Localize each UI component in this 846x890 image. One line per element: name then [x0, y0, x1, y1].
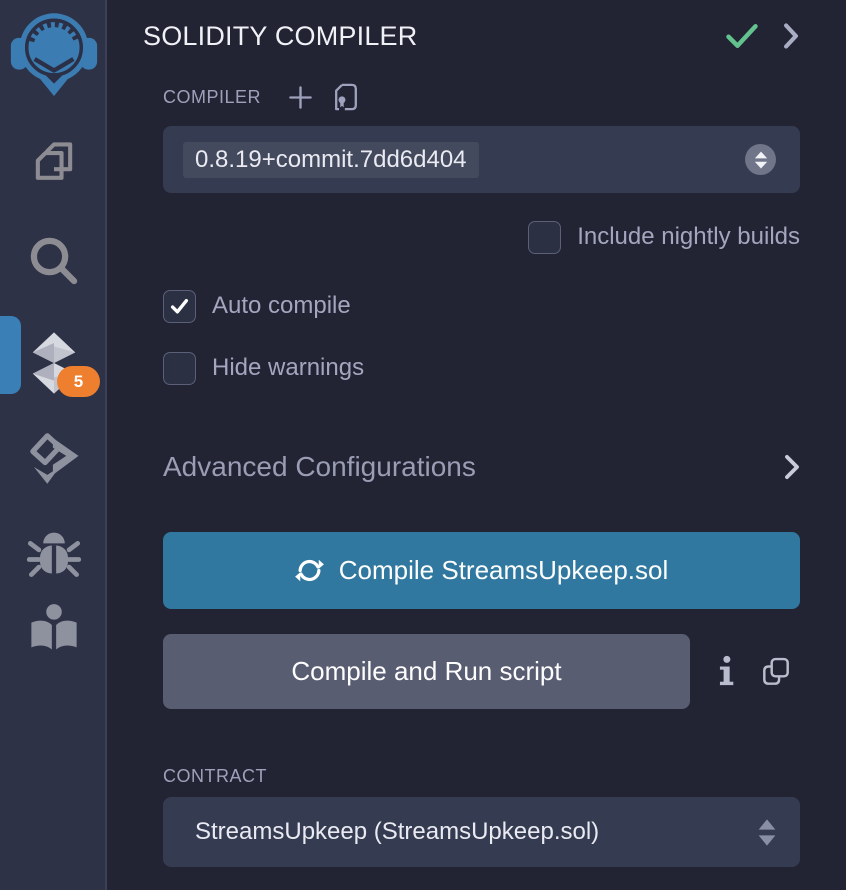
compiler-license-file-badge-icon[interactable]	[332, 82, 360, 112]
include-nightly-label[interactable]: Include nightly builds	[577, 223, 800, 251]
version-sort-toggle-icon[interactable]	[745, 144, 776, 175]
compiler-error-badge: 5	[57, 366, 100, 397]
info-icon[interactable]	[718, 655, 735, 689]
hide-warnings-label[interactable]: Hide warnings	[212, 354, 364, 382]
learn-book-icon[interactable]	[0, 600, 107, 656]
include-nightly-checkbox[interactable]	[528, 221, 561, 254]
advanced-configurations-toggle[interactable]: Advanced Configurations	[163, 451, 800, 483]
contract-selected-value: StreamsUpkeep (StreamsUpkeep.sol)	[183, 814, 611, 850]
refresh-icon	[295, 556, 324, 585]
hide-warnings-row: Hide warnings	[163, 351, 800, 385]
compiler-label-row: COMPILER	[163, 82, 800, 112]
panel-header: SOLIDITY COMPILER	[143, 14, 800, 58]
deploy-run-icon[interactable]	[0, 428, 107, 486]
auto-compile-checkbox[interactable]	[163, 290, 196, 323]
checkmark-icon	[170, 298, 189, 315]
auto-compile-label[interactable]: Auto compile	[212, 292, 351, 320]
compile-success-check-icon	[724, 21, 760, 51]
copy-icon[interactable]	[761, 656, 791, 688]
compile-button[interactable]: Compile StreamsUpkeep.sol	[163, 532, 800, 609]
compiler-section-label: COMPILER	[163, 87, 261, 108]
compile-and-run-button[interactable]: Compile and Run script	[163, 634, 690, 709]
search-icon[interactable]	[0, 232, 107, 290]
advanced-configurations-label: Advanced Configurations	[163, 451, 476, 483]
compile-run-row: Compile and Run script	[163, 634, 800, 709]
collapse-panel-chevron-icon[interactable]	[782, 22, 800, 50]
debugger-bug-icon[interactable]	[0, 524, 107, 580]
compile-button-label: Compile StreamsUpkeep.sol	[339, 555, 668, 586]
select-updown-arrows-icon	[758, 819, 776, 846]
contract-select[interactable]: StreamsUpkeep (StreamsUpkeep.sol)	[163, 797, 800, 867]
advanced-expand-chevron-icon	[784, 454, 800, 480]
compiler-version-select[interactable]: 0.8.19+commit.7dd6d404	[163, 126, 800, 193]
hide-warnings-checkbox[interactable]	[163, 352, 196, 385]
compiler-version-value: 0.8.19+commit.7dd6d404	[183, 142, 479, 178]
contract-section-label: CONTRACT	[163, 766, 267, 787]
contract-label-row: CONTRACT	[163, 766, 800, 787]
remix-logo[interactable]	[0, 6, 107, 98]
icon-sidebar: 5	[0, 0, 107, 890]
file-explorer-icon[interactable]	[0, 138, 107, 194]
solidity-compiler-panel: SOLIDITY COMPILER COMPILER	[107, 0, 846, 890]
auto-compile-row: Auto compile	[163, 289, 800, 323]
panel-title: SOLIDITY COMPILER	[143, 21, 724, 52]
add-custom-compiler-plus-icon[interactable]	[287, 84, 314, 111]
nightly-builds-row: Include nightly builds	[163, 220, 800, 254]
